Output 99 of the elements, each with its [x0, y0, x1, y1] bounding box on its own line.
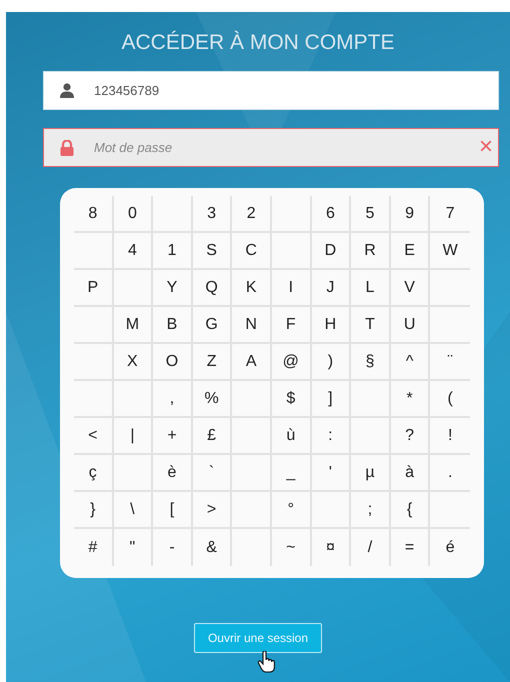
key[interactable]: J: [312, 270, 352, 308]
key[interactable]: 6: [312, 196, 352, 234]
key[interactable]: L: [351, 270, 391, 308]
blank-key: [232, 381, 272, 418]
key[interactable]: 2: [232, 196, 272, 234]
key[interactable]: µ: [351, 455, 391, 492]
blank-key: [272, 196, 312, 234]
blank-key: [114, 381, 154, 418]
key[interactable]: =: [390, 529, 430, 566]
key[interactable]: `: [192, 455, 232, 492]
key[interactable]: +: [153, 418, 193, 456]
key[interactable]: :: [312, 418, 352, 456]
key[interactable]: |: [114, 418, 154, 456]
hand-cursor-icon: [257, 650, 277, 673]
key[interactable]: [: [153, 492, 193, 530]
key[interactable]: ¨: [430, 344, 470, 382]
blank-key: [232, 455, 272, 492]
key[interactable]: B: [153, 307, 193, 344]
key[interactable]: 4: [114, 233, 154, 270]
key[interactable]: 7: [430, 196, 470, 234]
key[interactable]: M: [114, 307, 154, 344]
key[interactable]: A: [232, 344, 272, 382]
key[interactable]: Q: [192, 270, 232, 308]
key[interactable]: T: [351, 307, 391, 344]
key[interactable]: 1: [153, 233, 193, 270]
key[interactable]: £: [192, 418, 232, 456]
blank-key: [74, 381, 114, 418]
key[interactable]: S: [192, 233, 232, 270]
key[interactable]: *: [390, 381, 430, 418]
blank-key: [74, 307, 114, 344]
key[interactable]: $: [272, 381, 312, 418]
key[interactable]: ~: [272, 529, 312, 566]
blank-key: [232, 418, 272, 456]
key[interactable]: ù: [272, 418, 312, 456]
key[interactable]: .: [430, 455, 470, 492]
key[interactable]: V: [390, 270, 430, 308]
blank-key: [351, 381, 391, 418]
key[interactable]: &: [192, 529, 232, 566]
key[interactable]: %: [192, 381, 232, 418]
key[interactable]: 0: [114, 196, 154, 234]
blank-key: [351, 418, 391, 456]
blank-key: [74, 344, 114, 382]
blank-key: [114, 455, 154, 492]
blank-key: [312, 492, 352, 530]
key[interactable]: 9: [390, 196, 430, 234]
key[interactable]: K: [232, 270, 272, 308]
key[interactable]: D: [312, 233, 352, 270]
key[interactable]: ": [114, 529, 154, 566]
key[interactable]: /: [351, 529, 391, 566]
key[interactable]: @: [272, 344, 312, 382]
key[interactable]: Z: [192, 344, 232, 382]
blank-key: [272, 233, 312, 270]
key[interactable]: }: [74, 492, 114, 530]
key[interactable]: W: [430, 233, 470, 270]
blank-key: [114, 270, 154, 308]
key[interactable]: !: [430, 418, 470, 456]
key[interactable]: °: [272, 492, 312, 530]
key[interactable]: U: [390, 307, 430, 344]
key[interactable]: H: [312, 307, 352, 344]
key[interactable]: Y: [153, 270, 193, 308]
key[interactable]: _: [272, 455, 312, 492]
key[interactable]: 5: [351, 196, 391, 234]
key[interactable]: ,: [153, 381, 193, 418]
page-title: ACCÉDER À MON COMPTE: [120, 30, 396, 56]
key[interactable]: è: [153, 455, 193, 492]
key[interactable]: 8: [74, 196, 114, 234]
blank-key: [74, 233, 114, 270]
username-field[interactable]: 123456789: [43, 71, 499, 110]
key[interactable]: (: [430, 381, 470, 418]
key[interactable]: é: [430, 529, 470, 566]
key[interactable]: ): [312, 344, 352, 382]
key[interactable]: -: [153, 529, 193, 566]
key[interactable]: <: [74, 418, 114, 456]
key[interactable]: P: [74, 270, 114, 308]
key[interactable]: R: [351, 233, 391, 270]
key[interactable]: #: [74, 529, 114, 566]
key[interactable]: F: [272, 307, 312, 344]
key[interactable]: ç: [74, 455, 114, 492]
blank-key: [232, 492, 272, 530]
key[interactable]: ¤: [312, 529, 352, 566]
key[interactable]: >: [192, 492, 232, 530]
key[interactable]: X: [114, 344, 154, 382]
key[interactable]: {: [390, 492, 430, 530]
key[interactable]: ': [312, 455, 352, 492]
key[interactable]: ]: [312, 381, 352, 418]
key[interactable]: G: [192, 307, 232, 344]
key[interactable]: §: [351, 344, 391, 382]
key[interactable]: O: [153, 344, 193, 382]
key[interactable]: 3: [192, 196, 232, 234]
key[interactable]: \: [114, 492, 154, 530]
key[interactable]: N: [232, 307, 272, 344]
key[interactable]: ;: [351, 492, 391, 530]
key[interactable]: E: [390, 233, 430, 270]
key[interactable]: à: [390, 455, 430, 492]
key[interactable]: ^: [390, 344, 430, 382]
key[interactable]: ?: [390, 418, 430, 456]
key[interactable]: C: [232, 233, 272, 270]
blank-key: [153, 196, 193, 234]
key[interactable]: I: [272, 270, 312, 308]
